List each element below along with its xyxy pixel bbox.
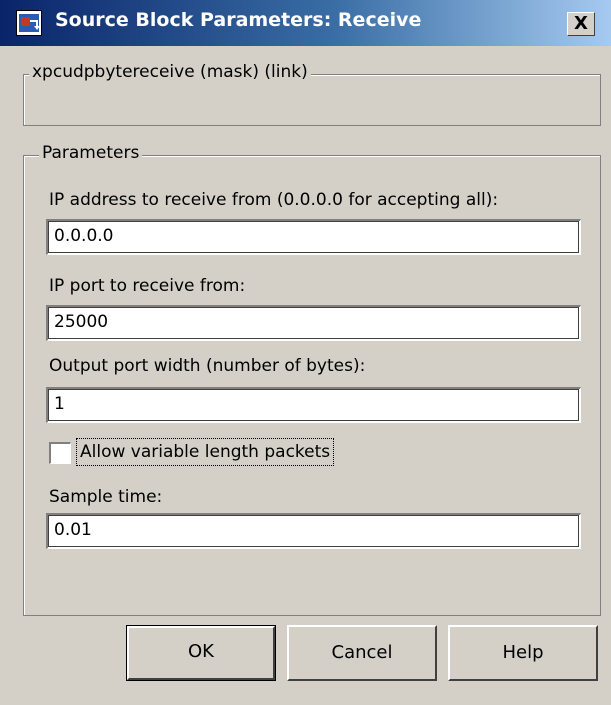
variable-length-checkbox[interactable] <box>49 442 71 464</box>
ip-port-label: IP port to receive from: <box>49 276 246 296</box>
output-width-label: Output port width (number of bytes): <box>49 356 366 376</box>
ip-address-field[interactable]: 0.0.0.0 <box>46 219 581 255</box>
close-button[interactable]: X <box>567 12 595 36</box>
cancel-button[interactable]: Cancel <box>287 625 437 681</box>
title-bar[interactable]: Source Block Parameters: Receive X <box>0 0 611 46</box>
ip-port-field[interactable]: 25000 <box>46 305 581 341</box>
simulink-block-icon <box>16 10 42 36</box>
variable-length-label[interactable]: Allow variable length packets <box>76 438 335 466</box>
sample-time-field[interactable]: 0.01 <box>46 513 581 549</box>
parameters-group-legend: Parameters <box>39 143 143 163</box>
window-title: Source Block Parameters: Receive <box>55 9 422 31</box>
mask-group-legend: xpcudpbytereceive (mask) (link) <box>29 62 311 82</box>
ok-button[interactable]: OK <box>126 625 276 681</box>
sample-time-label: Sample time: <box>49 487 163 507</box>
output-width-field[interactable]: 1 <box>46 387 581 423</box>
help-button[interactable]: Help <box>448 625 598 681</box>
ip-address-label: IP address to receive from (0.0.0.0 for … <box>49 190 499 210</box>
ok-button-label: OK <box>188 641 214 662</box>
